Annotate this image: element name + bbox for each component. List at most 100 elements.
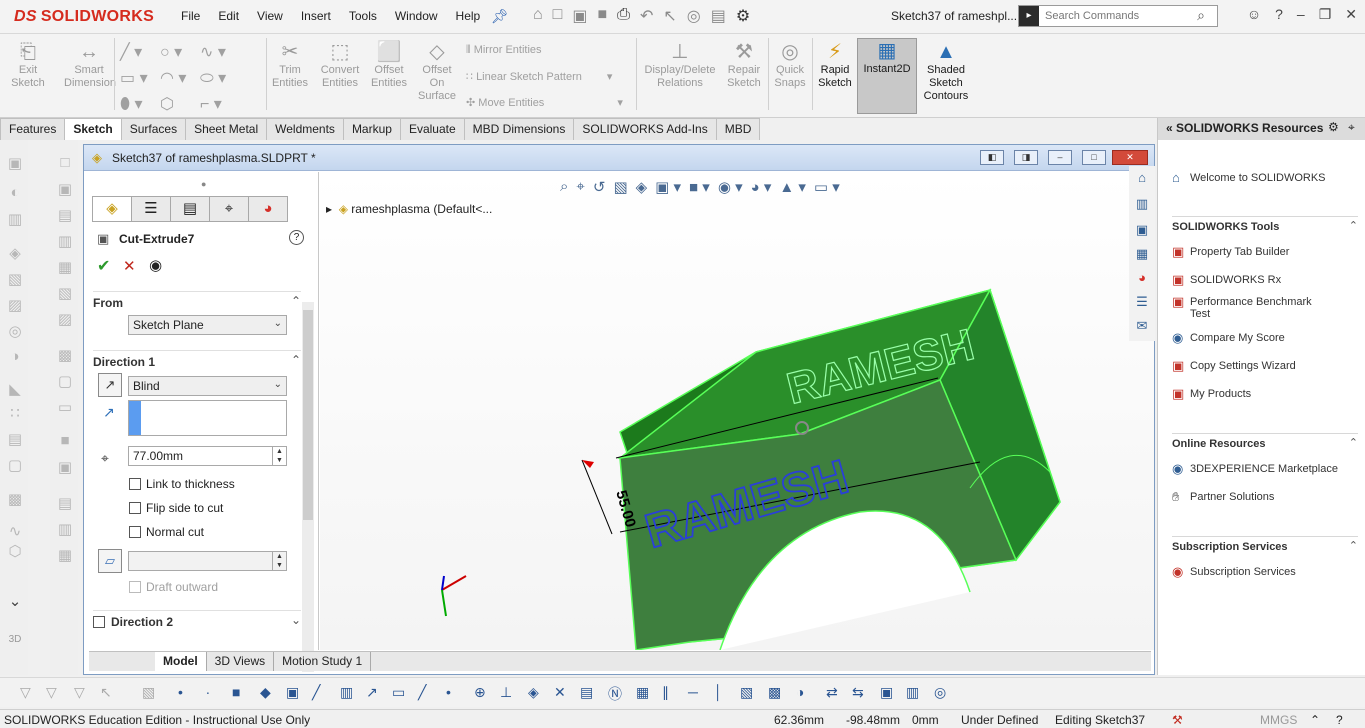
display-delete-relations-button[interactable]: ⊥ Display/Delete Relations <box>640 40 720 90</box>
partner-solutions-link[interactable]: ✋︎ Partner Solutions <box>1172 490 1274 503</box>
ellipse-icon[interactable]: ⬭ ▾ <box>200 68 226 88</box>
sketch-tool-icon[interactable]: ▦ <box>56 258 74 276</box>
propertymanager-tab-icon[interactable]: ☰ <box>131 196 171 222</box>
curves-icon[interactable]: ∿ <box>6 522 24 540</box>
menu-window[interactable]: Window <box>386 9 447 23</box>
expand-down-icon[interactable]: ⌄ <box>6 592 24 610</box>
snap-axis-icon[interactable]: ↗ <box>366 684 378 701</box>
circle-icon[interactable]: ○ ▾ <box>160 42 182 62</box>
configurationmanager-tab-icon[interactable]: ▤ <box>170 196 210 222</box>
design-library-icon[interactable]: ▥ <box>1133 196 1151 214</box>
sketch-tool-icon[interactable]: ▥ <box>56 232 74 250</box>
sketch-tool-icon[interactable]: ■ <box>56 432 74 450</box>
sketch-tool-icon[interactable]: ▣ <box>56 180 74 198</box>
from-select[interactable]: Sketch Plane ⌄ <box>128 315 287 335</box>
shaded-sketch-contours-button[interactable]: ▲ Shaded Sketch Contours <box>920 40 972 103</box>
quick-snaps-button[interactable]: ◎ Quick Snaps <box>770 40 810 90</box>
cancel-x-icon[interactable]: ✕ <box>123 257 136 275</box>
draft-icon[interactable]: ▱ <box>98 549 122 573</box>
collapse-up-icon[interactable]: ⌃ <box>291 294 301 308</box>
snap-point-icon[interactable]: • <box>178 684 183 700</box>
tab-markup[interactable]: Markup <box>342 118 401 140</box>
reverse-direction-icon[interactable]: ↗ <box>98 373 122 397</box>
exit-sketch-button[interactable]: ⎗ Exit Sketch <box>6 40 50 90</box>
sketch-tool-icon[interactable]: ▣ <box>56 458 74 476</box>
collapse-up-icon[interactable]: ⌃ <box>291 353 301 367</box>
normal-cut-checkbox[interactable]: Normal cut <box>129 525 204 539</box>
sketch-tool-icon[interactable]: ▢ <box>56 372 74 390</box>
tab-model[interactable]: Model <box>155 652 207 671</box>
forum-icon[interactable]: ✉ <box>1133 318 1151 336</box>
units-chevron-up-icon[interactable]: ⌃ <box>1310 713 1320 727</box>
tab-mbd-dimensions[interactable]: MBD Dimensions <box>463 118 575 140</box>
direction1-section-header[interactable]: Direction 1 ⌃ <box>93 350 301 369</box>
snap-relation-icon[interactable]: ▣ <box>880 684 893 701</box>
revolve-icon[interactable]: ◐ <box>6 184 24 202</box>
tab-features[interactable]: Features <box>0 118 66 140</box>
collapse-pane-icon[interactable]: « <box>1166 121 1173 135</box>
3d-icon[interactable]: 3D <box>6 634 24 652</box>
snap-quadrant-icon[interactable]: ◈ <box>528 684 539 701</box>
smart-dimension-button[interactable]: ↔ Smart Dimension <box>64 40 116 90</box>
graphics-area[interactable]: ⌕ ⌖ ↺ ▧ ◈ ▣ ▾ ■ ▾ ◉ ▾ ◕ ▾ ▲ ▾ ▭ ▾ ▸ ◈ ra… <box>320 172 1154 650</box>
instant3d-icon[interactable]: ⬡ <box>6 542 24 560</box>
splitter-handle-icon[interactable]: ● <box>201 179 206 189</box>
doc-close-icon[interactable]: ✕ <box>1112 150 1148 165</box>
repair-sketch-button[interactable]: ⚒ Repair Sketch <box>722 40 766 90</box>
convert-entities-button[interactable]: ⬚ Convert Entities <box>316 40 364 90</box>
snap-curve-icon[interactable]: ╱ <box>418 684 426 701</box>
draft-angle-input[interactable]: ▲ ▼ <box>128 551 287 571</box>
resources-home-icon[interactable]: ⌂ <box>1133 170 1151 188</box>
sketch-tool-icon[interactable]: ▤ <box>56 206 74 224</box>
snap-midpoint-icon[interactable]: ⊥ <box>500 684 512 701</box>
snap-point-icon[interactable]: ∙ <box>206 684 210 700</box>
fillet-feature-icon[interactable]: ◣ <box>6 380 24 398</box>
tab-sheet-metal[interactable]: Sheet Metal <box>185 118 268 140</box>
sketch-tool-icon[interactable]: ▭ <box>56 398 74 416</box>
boundary-icon[interactable]: ▧ <box>6 270 24 288</box>
file-explorer-icon[interactable]: ▣ <box>1133 222 1151 240</box>
snap-vertex-icon[interactable]: • <box>446 684 451 700</box>
pin-icon[interactable]: ⌖ <box>1348 120 1355 135</box>
appearances-icon[interactable]: ◕ <box>1133 270 1151 288</box>
select-icon[interactable]: ↖ <box>663 6 676 26</box>
arc-icon[interactable]: ◠ ▾ <box>160 68 186 88</box>
instant2d-button[interactable]: ▦ Instant2D <box>857 38 917 114</box>
direction-vector-field[interactable] <box>128 400 287 436</box>
rebuild-status-icon[interactable]: ⚒ <box>1172 713 1183 727</box>
extrude-cut-icon[interactable]: ▨ <box>6 296 24 314</box>
hole-wizard-icon[interactable]: ◎ <box>6 322 24 340</box>
file-properties-icon[interactable]: ▤ <box>711 6 726 26</box>
sketch-tool-icon[interactable]: ▤ <box>56 494 74 512</box>
doc-maximize-icon[interactable]: □ <box>1082 150 1106 165</box>
tab-motion-study-1[interactable]: Motion Study 1 <box>274 652 372 671</box>
menu-view[interactable]: View <box>248 9 292 23</box>
end-condition-select[interactable]: Blind ⌄ <box>128 376 287 396</box>
draft-outward-checkbox[interactable]: Draft outward <box>129 580 218 594</box>
custom-properties-icon[interactable]: ☰ <box>1133 294 1151 312</box>
revolve-cut-icon[interactable]: ◑ <box>6 348 24 366</box>
sweep-icon[interactable]: ▥ <box>6 210 24 228</box>
from-section-header[interactable]: From ⌃ <box>93 291 301 310</box>
help-icon[interactable]: ? <box>289 230 304 245</box>
options-gear-icon[interactable]: ⚙ <box>736 6 750 26</box>
direction2-checkbox[interactable] <box>93 616 105 628</box>
view-palette-icon[interactable]: ▦ <box>1133 246 1151 264</box>
units-selector[interactable]: MMGS <box>1260 713 1297 727</box>
loft-icon[interactable]: ◈ <box>6 244 24 262</box>
sketch-tool-icon[interactable]: ▨ <box>56 310 74 328</box>
subscription-services-link[interactable]: ◉ Subscription Services <box>1172 565 1296 578</box>
snap-edge-icon[interactable]: ▭ <box>392 684 405 701</box>
select-arrow-icon[interactable]: ↖ <box>100 684 112 701</box>
snap-square-icon[interactable]: ■ <box>232 684 240 700</box>
chevron-down-icon[interactable]: ⌄ <box>291 613 301 627</box>
featuremanager-tab-icon[interactable]: ◈ <box>92 196 132 222</box>
move-entities-button[interactable]: ✣ Move Entities ▾ <box>466 96 623 109</box>
link-to-thickness-checkbox[interactable]: Link to thickness <box>129 477 235 491</box>
solidworks-tools-section[interactable]: SOLIDWORKS Tools ⌃ <box>1172 216 1358 233</box>
snap-intersection-icon[interactable]: ✕ <box>554 684 566 701</box>
snap-horizontal-icon[interactable]: ─ <box>688 684 698 700</box>
snap-angle-icon[interactable]: ▧ <box>740 684 753 701</box>
trim-entities-button[interactable]: ✂ Trim Entities <box>268 40 312 90</box>
sketch-tool-icon[interactable]: □ <box>56 154 74 172</box>
